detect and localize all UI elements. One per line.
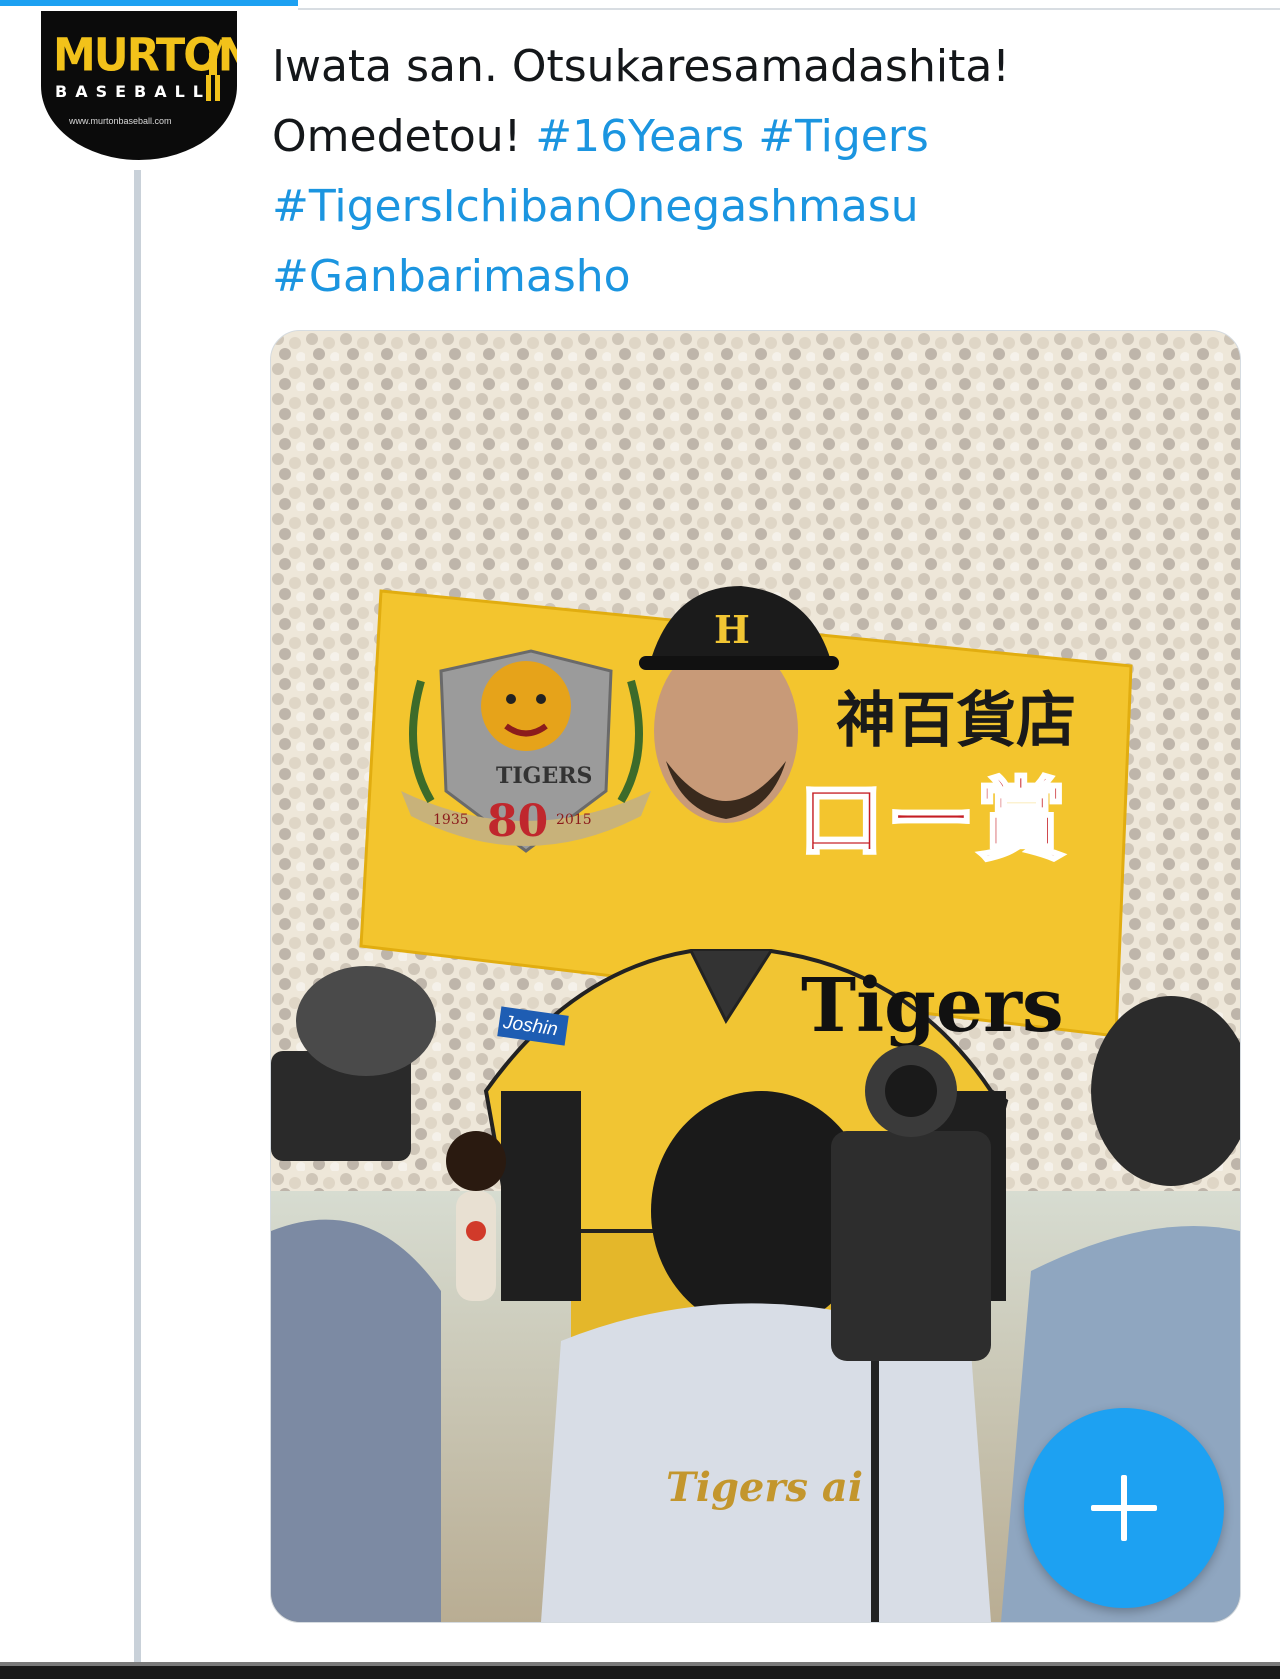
- banner-logo-number: 80: [487, 796, 548, 847]
- tweet-body: Iwata san. Otsukaresamadashita! Omedetou…: [272, 32, 1232, 312]
- svg-text:H: H: [714, 607, 750, 652]
- avatar[interactable]: MURTON BASEBALL www.murtonbaseball.com: [41, 11, 237, 160]
- tweet-text-line: Omedetou! #16Years #Tigers: [272, 102, 1232, 172]
- system-nav-bar: [0, 1666, 1280, 1679]
- vest-text: Tigers ai: [666, 1464, 863, 1511]
- banner-logo-year: 2015: [556, 812, 592, 828]
- tweet-text-line: #TigersIchibanOnegashmasu: [272, 172, 1232, 242]
- tweet-text-fragment: Omedetou!: [272, 111, 522, 162]
- avatar-url-text: www.murtonbaseball.com: [69, 116, 172, 126]
- banner-text: 神百貨店: [836, 686, 1076, 756]
- tweet-text-line: Iwata san. Otsukaresamadashita!: [272, 41, 1010, 92]
- hashtag-link[interactable]: #Ganbarimasho: [272, 251, 631, 302]
- compose-tweet-button[interactable]: [1024, 1408, 1224, 1608]
- hashtag-link[interactable]: #Tigers: [758, 111, 929, 162]
- hashtag-link[interactable]: #16Years: [535, 111, 744, 162]
- previous-tweet-header-cut: [300, 0, 1160, 10]
- banner-text-big: ロー賞: [796, 768, 1066, 873]
- avatar-sub-text: BASEBALL: [55, 82, 211, 101]
- hashtag-link[interactable]: #TigersIchibanOnegashmasu: [272, 181, 919, 232]
- jersey-text: Tigers: [801, 963, 1064, 1049]
- banner-logo-year: 1935: [433, 812, 469, 828]
- thread-connector-line: [134, 170, 141, 1666]
- tweet-text-line: #Ganbarimasho: [272, 242, 1232, 312]
- scroll-progress-bar: [0, 0, 298, 6]
- banner-logo-text: TIGERS: [496, 763, 592, 789]
- plus-icon: [1091, 1475, 1157, 1541]
